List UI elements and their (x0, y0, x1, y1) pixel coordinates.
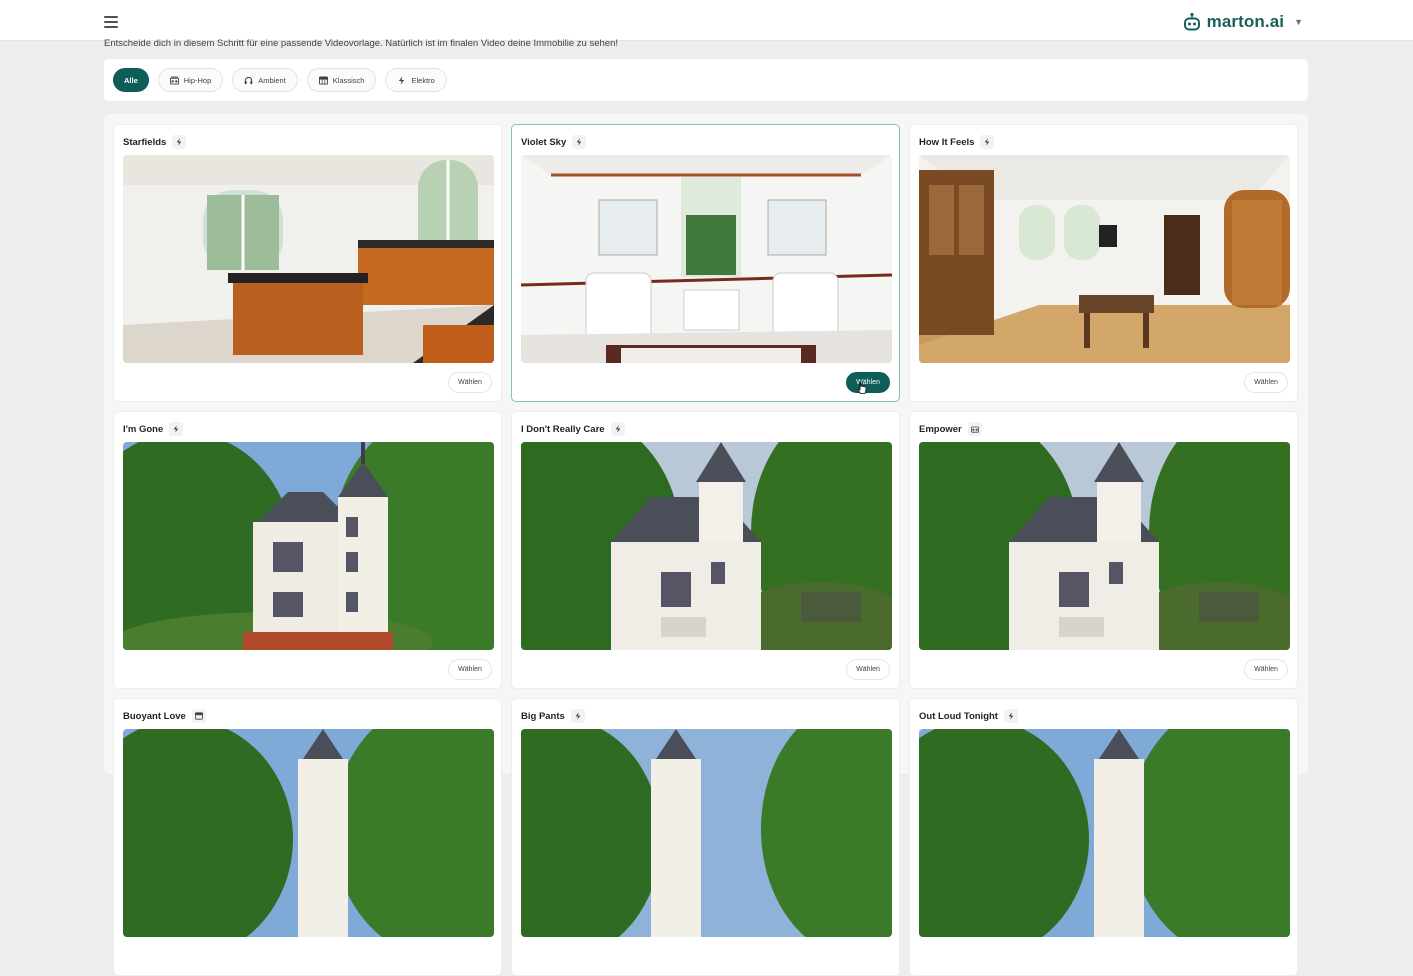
preview-image-bathroom[interactable] (521, 155, 892, 363)
card-title-text: Empower (919, 423, 962, 435)
top-bar: marton.ai ▼ (0, 0, 1413, 41)
filter-chip-all[interactable]: Alle (113, 68, 149, 92)
card-title: How It Feels (919, 134, 995, 150)
preview-image-living-room[interactable] (919, 155, 1290, 363)
card-title-text: Violet Sky (521, 136, 567, 148)
lightning-icon (610, 422, 625, 436)
card-title-text: Big Pants (521, 710, 565, 722)
preview-image-villa-front[interactable] (123, 729, 494, 937)
template-card-starfields[interactable]: Starfields Wählen (113, 124, 502, 402)
card-title-text: How It Feels (919, 136, 975, 148)
headphones-icon (245, 76, 253, 84)
select-template-button[interactable]: Wählen (448, 372, 492, 393)
select-template-button[interactable]: Wählen (448, 659, 492, 680)
hamburger-menu-icon[interactable] (104, 14, 120, 28)
card-title-text: Buoyant Love (123, 710, 186, 722)
boombox-icon (967, 422, 982, 436)
genre-filter-bar: Alle Hip-Hop Ambient Klassisch Elektro (104, 59, 1308, 101)
piano-icon (318, 75, 328, 85)
filter-chip-klassisch[interactable]: Klassisch (306, 68, 377, 92)
step-instruction: Entscheide dich in diesem Schritt für ei… (104, 38, 618, 49)
template-card-im-gone[interactable]: I'm Gone Wählen (113, 411, 502, 689)
preview-image-villa-front[interactable] (123, 442, 494, 650)
lightning-icon (172, 135, 187, 149)
template-card-empower[interactable]: Empower Wählen (909, 411, 1298, 689)
filter-chip-elektro[interactable]: Elektro (385, 68, 447, 92)
preview-image-villa-front[interactable] (919, 729, 1290, 937)
lightning-icon (980, 135, 995, 149)
chevron-down-icon: ▼ (1294, 17, 1303, 27)
robot-icon (1183, 12, 1200, 31)
preview-image-villa-aerial[interactable] (521, 442, 892, 650)
card-title: Starfields (123, 134, 187, 150)
lightning-icon (572, 135, 587, 149)
lightning-icon (169, 422, 184, 436)
card-title: Buoyant Love (123, 708, 206, 724)
brand-name: marton.ai (1206, 12, 1285, 31)
preview-image-villa-aerial[interactable] (919, 442, 1290, 650)
template-card-how-it-feels[interactable]: How It Feels Wählen (909, 124, 1298, 402)
template-card-buoyant-love[interactable]: Buoyant Love (113, 698, 502, 976)
card-title-text: I'm Gone (123, 423, 164, 435)
lightning-icon (399, 75, 405, 85)
filter-label: Elektro (411, 75, 435, 85)
select-template-button[interactable]: Wählen (846, 659, 890, 680)
preview-image-villa-front[interactable] (521, 729, 892, 937)
select-template-button[interactable]: Wählen (1244, 372, 1288, 393)
card-title: Violet Sky (521, 134, 587, 150)
mouse-pointer-icon (857, 381, 867, 394)
piano-icon (191, 709, 206, 723)
account-menu[interactable]: marton.ai ▼ (1183, 11, 1303, 33)
card-title-text: I Don't Really Care (521, 423, 605, 435)
lightning-icon (570, 709, 585, 723)
template-card-violet-sky[interactable]: Violet Sky Wählen (511, 124, 900, 402)
card-title-text: Out Loud Tonight (919, 710, 998, 722)
filter-chip-hiphop[interactable]: Hip-Hop (157, 68, 224, 92)
template-card-big-pants[interactable]: Big Pants (511, 698, 900, 976)
lightning-icon (1003, 709, 1018, 723)
template-card-out-loud-tonight[interactable]: Out Loud Tonight (909, 698, 1298, 976)
card-title: Out Loud Tonight (919, 708, 1018, 724)
card-title: Empower (919, 421, 982, 437)
template-grid: Starfields Wählen Violet Sky Wählen How … (104, 114, 1308, 976)
card-title-text: Starfields (123, 136, 167, 148)
card-title: I Don't Really Care (521, 421, 625, 437)
filter-label: Hip-Hop (183, 75, 212, 85)
filter-chip-ambient[interactable]: Ambient (232, 68, 298, 92)
filter-label: Ambient (258, 75, 286, 85)
template-card-i-dont-really-care[interactable]: I Don't Really Care Wählen (511, 411, 900, 689)
filter-label: Klassisch (332, 75, 365, 85)
select-template-button[interactable]: Wählen (1244, 659, 1288, 680)
card-title: I'm Gone (123, 421, 184, 437)
select-template-button[interactable]: Wählen (846, 372, 890, 393)
card-title: Big Pants (521, 708, 585, 724)
filter-label: Alle (124, 75, 138, 85)
preview-image-kitchen[interactable] (123, 155, 494, 363)
boombox-icon (169, 75, 179, 85)
